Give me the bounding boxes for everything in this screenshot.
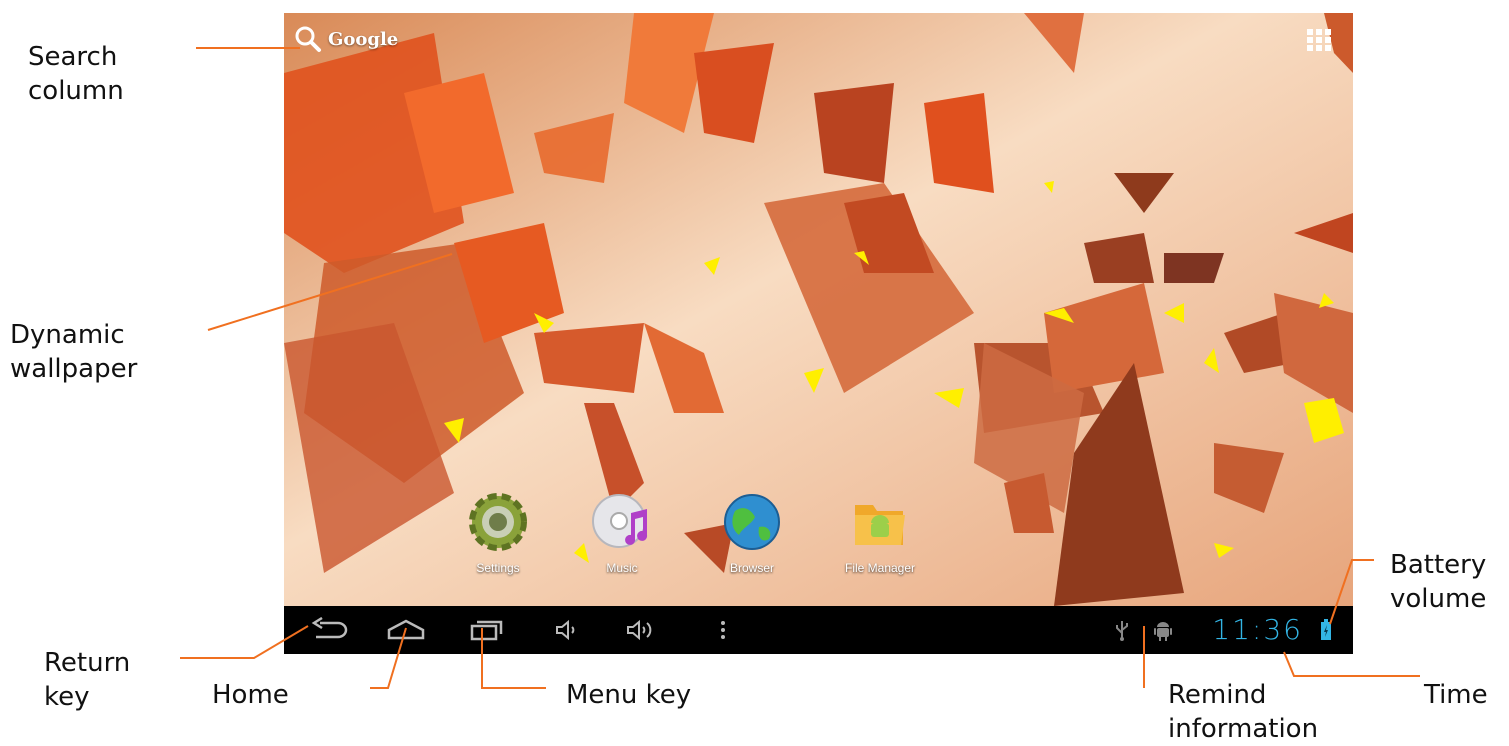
recent-apps-button[interactable] [456,606,516,654]
app-label: Browser [729,561,774,575]
volume-up-icon [627,619,652,641]
clock-time[interactable]: 11:36 [1212,608,1303,652]
usb-icon [1116,621,1128,641]
volume-down-icon [556,619,575,641]
recent-apps-icon [470,620,503,641]
cd-music-icon [592,494,648,548]
globe-icon [724,494,780,550]
home-icon [387,619,425,640]
callout-search-column: Search column [28,42,124,106]
callout-remind-information: Remind information [1168,680,1319,744]
callout-battery-volume: Battery volume [1390,550,1487,614]
battery-icon [1321,619,1331,640]
gear-icon [469,493,527,551]
volume-down-button[interactable] [542,606,592,654]
usb-notification[interactable] [1110,606,1134,654]
back-button[interactable] [298,606,358,654]
search-column[interactable]: Google [294,25,398,53]
overflow-menu-button[interactable] [708,606,738,654]
callout-dynamic-wallpaper: Dynamic wallpaper [10,320,138,384]
volume-up-button[interactable] [614,606,668,654]
callout-return-key: Return key [44,648,131,712]
app-settings[interactable]: Settings [448,491,548,575]
app-label: File Manager [844,561,916,575]
folder-android-icon [855,505,905,545]
callout-home: Home [212,680,289,710]
overflow-menu-icon [721,621,725,639]
magnifier-icon [295,26,321,52]
app-music[interactable]: Music [572,491,672,575]
callout-menu-key: Menu key [566,680,692,710]
debug-notification[interactable] [1150,606,1176,654]
search-label: Google [328,28,399,50]
callout-time: Time [1424,680,1488,710]
home-button[interactable] [376,606,436,654]
android-debug-icon [1154,622,1172,641]
app-label: Settings [476,561,520,575]
tablet-screen: Google Settings Music Browser File Manag… [284,13,1353,654]
app-label: Music [606,561,638,575]
back-icon [311,617,348,639]
dynamic-wallpaper [284,13,1353,606]
battery-indicator[interactable] [1316,606,1336,654]
app-file-manager[interactable]: File Manager [830,491,930,575]
app-browser[interactable]: Browser [702,491,802,575]
all-apps-grid-icon[interactable] [1307,29,1331,51]
system-bar: 11:36 [284,606,1353,654]
